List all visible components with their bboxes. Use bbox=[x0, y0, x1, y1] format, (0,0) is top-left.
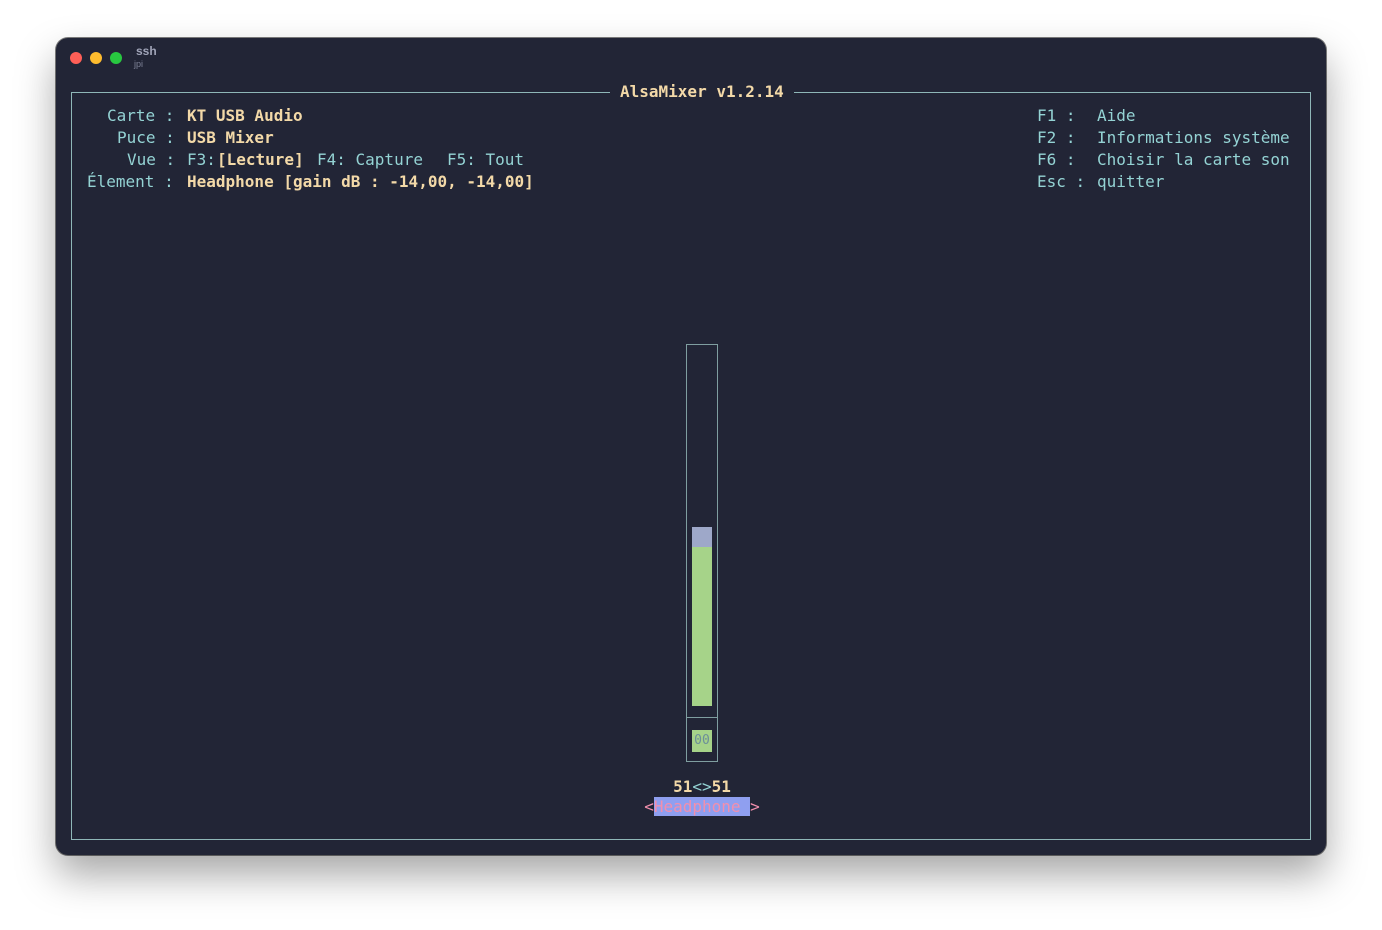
minimize-window-button[interactable] bbox=[90, 52, 102, 64]
volume-peak-marker bbox=[692, 527, 712, 547]
help-key-f1: F1 : bbox=[1037, 106, 1076, 125]
terminal-window: ssh jpi AlsaMixer v1.2.14 Carte : KT USB… bbox=[56, 38, 1326, 855]
control-name-selector[interactable]: <Headphone > bbox=[642, 796, 762, 818]
volume-slider[interactable]: 00 bbox=[686, 344, 718, 762]
help-label-f2[interactable]: Informations système bbox=[1097, 127, 1290, 149]
zoom-window-button[interactable] bbox=[110, 52, 122, 64]
control-name-padding bbox=[740, 797, 751, 816]
mute-toggle[interactable]: 00 bbox=[692, 730, 712, 752]
left-arrow-icon: < bbox=[644, 797, 654, 816]
volume-separator: <> bbox=[692, 777, 712, 796]
chip-value: USB Mixer bbox=[187, 128, 274, 147]
volume-readout: 51<>51 bbox=[642, 776, 762, 798]
volume-level-bar bbox=[692, 547, 712, 706]
right-arrow-icon: > bbox=[750, 797, 760, 816]
help-label-f1[interactable]: Aide bbox=[1097, 105, 1136, 127]
view-f5-all[interactable]: F5: Tout bbox=[447, 149, 524, 171]
element-value: Headphone [gain dB : -14,00, -14,00] bbox=[187, 172, 534, 191]
card-value: KT USB Audio bbox=[187, 106, 303, 125]
view-f3-playback[interactable]: [Lecture] bbox=[217, 149, 304, 171]
close-window-button[interactable] bbox=[70, 52, 82, 64]
help-key-esc: Esc : bbox=[1037, 172, 1086, 191]
help-key-f2: F2 : bbox=[1037, 128, 1076, 147]
control-name[interactable]: Headphone bbox=[653, 797, 741, 816]
window-subtitle: jpi bbox=[134, 59, 144, 69]
left-volume-value: 51 bbox=[673, 777, 693, 796]
meter-divider bbox=[687, 717, 717, 718]
help-label-esc[interactable]: quitter bbox=[1097, 171, 1164, 193]
element-label: Élement : bbox=[87, 172, 174, 191]
help-label-f6[interactable]: Choisir la carte son bbox=[1097, 149, 1290, 171]
right-volume-value: 51 bbox=[711, 777, 731, 796]
window-title: ssh bbox=[136, 44, 157, 58]
app-title: AlsaMixer v1.2.14 bbox=[610, 81, 794, 103]
alsamixer-frame: AlsaMixer v1.2.14 Carte : KT USB Audio P… bbox=[71, 81, 1311, 840]
view-label: Vue : bbox=[127, 150, 176, 169]
view-f4-capture[interactable]: F4: Capture bbox=[317, 149, 423, 171]
chip-label: Puce : bbox=[117, 128, 175, 147]
card-label: Carte : bbox=[107, 106, 175, 125]
help-key-f6: F6 : bbox=[1037, 150, 1076, 169]
view-f3-key[interactable]: F3: bbox=[187, 149, 216, 171]
